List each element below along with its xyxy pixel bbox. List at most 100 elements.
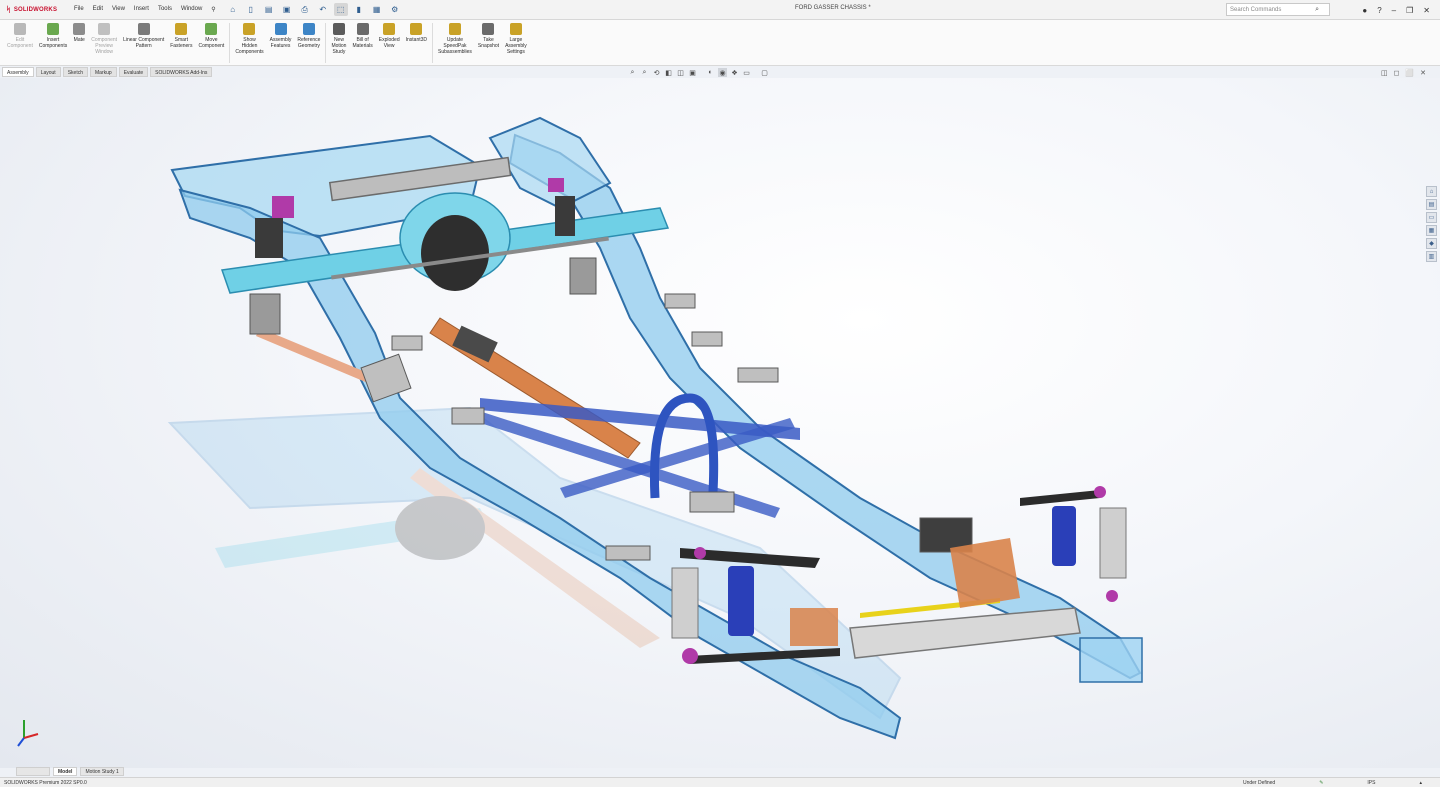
- ribbon-button-label: Move Component: [198, 37, 225, 49]
- tab-assembly[interactable]: Assembly: [2, 67, 34, 77]
- hide-show-icon[interactable]: ◐: [706, 68, 715, 77]
- smart-fasteners-icon: [175, 23, 188, 35]
- options-icon[interactable]: ⚙: [388, 3, 402, 16]
- home-icon[interactable]: ⌂: [226, 3, 240, 16]
- assembly-features-button[interactable]: Assembly Features: [267, 20, 295, 49]
- traffic-light-icon[interactable]: ▮: [352, 3, 366, 16]
- front-lower-bracket: [790, 608, 838, 646]
- search-icon[interactable]: ⌕: [1315, 6, 1319, 14]
- help-icon[interactable]: ?: [1377, 6, 1381, 15]
- display-style-icon[interactable]: ▣: [688, 68, 697, 77]
- rebuild-icon[interactable]: ✎: [1319, 780, 1323, 786]
- frame-bracket: [605, 545, 651, 561]
- menu-tools[interactable]: Tools: [158, 6, 172, 13]
- move-component-button[interactable]: Move Component: [195, 20, 227, 49]
- menu-view[interactable]: View: [112, 6, 125, 13]
- print-icon[interactable]: ⎙: [298, 3, 312, 16]
- large-assembly-button[interactable]: Large Assembly Settings: [502, 20, 530, 55]
- exploded-view-button[interactable]: Exploded View: [376, 20, 403, 49]
- reference-geometry-button[interactable]: Reference Geometry: [294, 20, 323, 49]
- status-caret-icon[interactable]: ▴: [1419, 780, 1422, 786]
- tab-model-nav[interactable]: [16, 767, 50, 776]
- resources-icon[interactable]: ⌂: [1426, 186, 1437, 197]
- ribbon-button-label: Mate: [73, 37, 85, 43]
- ribbon-button-label: Insert Components: [38, 37, 68, 49]
- previous-view-icon[interactable]: ⟲: [652, 68, 661, 77]
- file-properties-icon[interactable]: ▦: [370, 3, 384, 16]
- status-units[interactable]: IPS: [1367, 780, 1375, 786]
- tab-sketch[interactable]: Sketch: [62, 67, 88, 77]
- frame-bracket: [689, 491, 735, 513]
- search-commands-box[interactable]: Search Commands ⌕: [1226, 3, 1330, 16]
- restore-icon[interactable]: ❐: [1406, 6, 1413, 15]
- document-title: FORD GASSER CHASSIS *: [795, 5, 871, 11]
- bom-icon: [356, 23, 369, 35]
- appearances-icon[interactable]: ◆: [1426, 238, 1437, 249]
- viewport-split-icon[interactable]: ◫: [1381, 69, 1388, 77]
- bom-button[interactable]: Bill of Materials: [349, 20, 375, 49]
- new-document-icon[interactable]: ▯: [244, 3, 258, 16]
- speedpak-button[interactable]: Update SpeedPak Subassemblies: [435, 20, 475, 55]
- chassis-model[interactable]: [0, 78, 1440, 768]
- right-spindle: [1099, 507, 1127, 579]
- edit-appearance-icon[interactable]: ◉: [718, 68, 727, 77]
- exploded-view-icon: [383, 23, 396, 35]
- motion-study-button[interactable]: New Motion Study: [328, 20, 349, 55]
- menu-file[interactable]: File: [74, 6, 84, 13]
- ball-joint: [1106, 590, 1118, 602]
- linear-pattern-button[interactable]: Linear Component Pattern: [120, 20, 167, 49]
- graphics-area[interactable]: ⌂ ▤ ▭ ▦ ◆ ▥: [0, 78, 1440, 768]
- ribbon-button-label: Linear Component Pattern: [123, 37, 165, 49]
- close-icon[interactable]: ✕: [1423, 6, 1430, 15]
- frame-bracket: [737, 367, 779, 383]
- view-settings-icon[interactable]: ▭: [742, 68, 751, 77]
- brand-name: SOLIDWORKS: [13, 6, 58, 13]
- ribbon-button-label: Exploded View: [378, 37, 400, 49]
- ribbon-button-label: Smart Fasteners: [170, 37, 193, 49]
- insert-components-button[interactable]: Insert Components: [36, 20, 70, 49]
- snapshot-button[interactable]: Take Snapshot: [475, 20, 502, 49]
- tab-markup[interactable]: Markup: [90, 67, 117, 77]
- viewport-close-icon[interactable]: ✕: [1420, 69, 1426, 77]
- menu-insert[interactable]: Insert: [134, 6, 149, 13]
- tab-layout[interactable]: Layout: [35, 67, 61, 77]
- apply-scene-icon[interactable]: ❖: [730, 68, 739, 77]
- ribbon-button-label: Edit Component: [7, 37, 33, 49]
- frame-bracket: [451, 407, 485, 425]
- view-palette-icon[interactable]: ▦: [1426, 225, 1437, 236]
- tab-model[interactable]: Model: [53, 767, 78, 776]
- show-hidden-button[interactable]: Show Hidden Components: [232, 20, 266, 55]
- minimize-icon[interactable]: –: [1392, 6, 1396, 15]
- design-library-icon[interactable]: ▤: [1426, 199, 1437, 210]
- menu-window[interactable]: Window: [181, 6, 202, 13]
- save-icon[interactable]: ▣: [280, 3, 294, 16]
- smart-fasteners-button[interactable]: Smart Fasteners: [167, 20, 195, 49]
- section-view-icon[interactable]: ◧: [664, 68, 673, 77]
- mate-button[interactable]: Mate: [70, 20, 88, 43]
- file-explorer-icon[interactable]: ▭: [1426, 212, 1437, 223]
- instant3d-button[interactable]: Instant3D: [403, 20, 430, 43]
- viewport-maximize-icon[interactable]: ⬜: [1405, 69, 1414, 77]
- open-icon[interactable]: ▤: [262, 3, 276, 16]
- right-rear-shock: [555, 196, 575, 236]
- custom-properties-icon[interactable]: ▥: [1426, 251, 1437, 262]
- quick-access-toolbar: ⌂ ▯ ▤ ▣ ⎙ ↶ ⬚ ▮ ▦ ⚙: [226, 3, 402, 16]
- tab-evaluate[interactable]: Evaluate: [118, 67, 149, 77]
- monitor-icon[interactable]: ▢: [760, 68, 769, 77]
- preview-window-button[interactable]: Component Preview Window: [88, 20, 120, 55]
- tab-add-ins[interactable]: SOLIDWORKS Add-Ins: [150, 67, 213, 77]
- ribbon-button-label: Instant3D: [405, 37, 428, 43]
- user-icon[interactable]: ●: [1362, 6, 1367, 15]
- select-icon[interactable]: ⬚: [333, 3, 348, 16]
- menu-edit[interactable]: Edit: [93, 6, 103, 13]
- zoom-to-area-icon[interactable]: ⌕: [640, 68, 649, 77]
- pin-icon[interactable]: ⚲: [211, 6, 215, 13]
- view-orientation-icon[interactable]: ◫: [676, 68, 685, 77]
- tab-motion-study-1[interactable]: Motion Study 1: [80, 767, 124, 776]
- edit-component-button[interactable]: Edit Component: [4, 20, 36, 49]
- zoom-to-fit-icon[interactable]: ⌕: [628, 68, 637, 77]
- search-input[interactable]: Search Commands: [1230, 7, 1281, 13]
- viewport-tile-icon[interactable]: ◻: [1394, 69, 1400, 77]
- preview-window-icon: [98, 23, 111, 35]
- undo-icon[interactable]: ↶: [316, 3, 330, 16]
